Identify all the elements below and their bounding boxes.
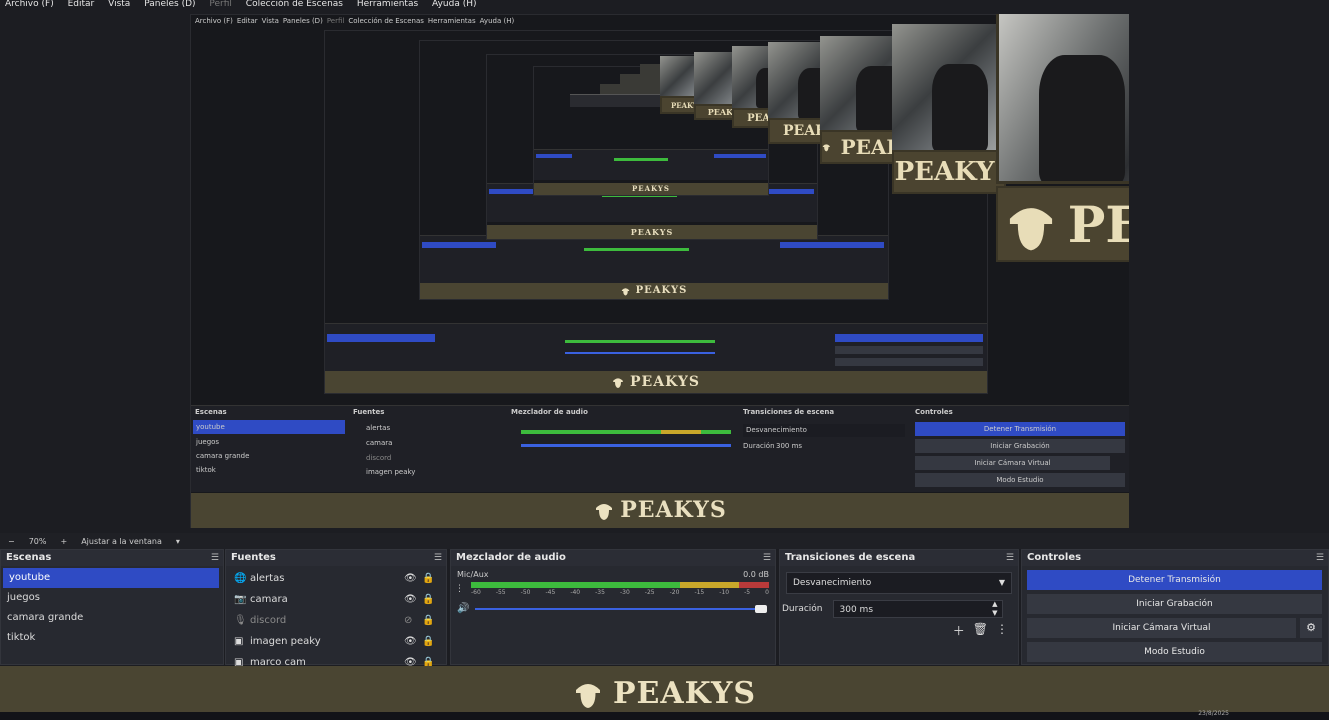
dock-menu-icon[interactable]: ☰ (763, 550, 771, 566)
mixer-dock: Mezclador de audio ☰ Mic/Aux 0.0 dB -60-… (450, 549, 776, 665)
menu-coleccion[interactable]: Colección de Escenas (246, 0, 343, 9)
sources-dock: Fuentes ☰ 🌐 alertas 👁 🔒 📷 camara 👁 🔒 🎙 d… (225, 549, 447, 668)
lock-icon[interactable]: 🔒 (422, 610, 434, 631)
eye-icon[interactable]: 👁 (404, 589, 417, 610)
add-transition-icon[interactable]: ＋ (953, 622, 965, 639)
audio-meter (471, 582, 769, 588)
volume-slider-knob[interactable] (755, 605, 767, 613)
preview-canvas[interactable]: Archivo (F) Editar Vista Paneles (D) Perfil C… (190, 14, 1129, 528)
image-icon: ▣ (234, 636, 244, 647)
scenes-dock: Escenas ☰ youtube juegos camara grande t… (0, 549, 224, 665)
menu-editar[interactable]: Editar (68, 0, 95, 9)
lock-icon[interactable]: 🔒 (422, 568, 434, 589)
zoom-out-button[interactable]: − (8, 537, 15, 546)
transition-select[interactable]: Desvanecimiento ▼ (786, 572, 1012, 594)
dock-menu-icon[interactable]: ☰ (1006, 550, 1014, 566)
scene-item-camara-grande[interactable]: camara grande (1, 608, 223, 628)
stop-streaming-button[interactable]: Detener Transmisión (1027, 570, 1322, 590)
mixer-channel-name: Mic/Aux (457, 570, 489, 579)
menu-perfil[interactable]: Perfil (209, 0, 232, 9)
start-virtual-camera-button[interactable]: Iniciar Cámara Virtual (1113, 623, 1211, 633)
menu-paneles[interactable]: Paneles (D) (144, 0, 195, 9)
source-item-discord[interactable]: 🎙 discord ⊘ 🔒 (226, 610, 446, 631)
menu-bar: Archivo (F) Editar Vista Paneles (D) Per… (0, 0, 1329, 10)
scene-item-tiktok[interactable]: tiktok (1, 628, 223, 648)
transitions-dock: Transiciones de escena ☰ Desvanecimiento… (779, 549, 1019, 665)
zoom-level: 70% (28, 536, 47, 546)
zoom-menu-caret-icon[interactable]: ▾ (176, 537, 180, 546)
mic-icon: 🎙 (234, 615, 247, 626)
zoom-in-button[interactable]: + (60, 537, 67, 546)
speaker-icon[interactable]: 🔊 (457, 603, 469, 614)
duration-label: Duración (782, 604, 823, 614)
scenes-title: Escenas (6, 552, 52, 563)
controls-dock: Controles ☰ Detener Transmisión Iniciar … (1021, 549, 1329, 665)
menu-herramientas[interactable]: Herramientas (357, 0, 418, 9)
globe-icon: 🌐 (234, 573, 247, 584)
webcam-feed (996, 14, 1129, 184)
lock-icon[interactable]: 🔒 (422, 589, 434, 610)
source-item-imagen-peaky[interactable]: ▣ imagen peaky 👁 🔒 (226, 631, 446, 652)
sources-title: Fuentes (231, 552, 276, 563)
menu-archivo[interactable]: Archivo (F) (5, 0, 54, 9)
dock-menu-icon[interactable]: ☰ (434, 550, 442, 566)
mixer-options-icon[interactable]: ⋮ (455, 584, 464, 594)
taskbar-date: 23/8/2025 (1198, 710, 1229, 717)
gear-icon[interactable]: ⚙ (1300, 618, 1322, 638)
dock-menu-icon[interactable]: ☰ (211, 550, 219, 566)
menu-ayuda[interactable]: Ayuda (H) (432, 0, 476, 9)
meter-ticks: -60 -55 -50 -45 -40 -35 -30 -25 -20 -15 -10 -5 0 (471, 589, 769, 596)
more-options-icon[interactable]: ⋮ (996, 622, 1008, 639)
docks-row: Escenas ☰ youtube juegos camara grande t… (0, 549, 1329, 668)
zoom-toolbar: − 70% + Ajustar a la ventana ▾ (0, 533, 1329, 549)
studio-mode-button[interactable]: Modo Estudio (1027, 642, 1322, 662)
virtual-camera-row: Iniciar Cámara Virtual ⚙ (1027, 618, 1322, 638)
eye-hidden-icon[interactable]: ⊘ (404, 610, 412, 631)
nested-banner-1: PEAKYS (191, 493, 1129, 528)
overlay-banner-large: PEAKYS (996, 186, 1129, 262)
overlay-banner-mid: PEAKYS (892, 150, 1013, 194)
chevron-down-icon: ▼ (998, 578, 1005, 587)
volume-slider[interactable]: 🔊 (457, 603, 769, 614)
eye-icon[interactable]: 👁 (404, 568, 417, 589)
eye-icon[interactable]: 👁 (404, 631, 417, 652)
camera-icon: 📷 (234, 594, 247, 605)
duration-spinner-icon[interactable]: ▲ ▼ (992, 600, 997, 618)
fit-window-button[interactable]: Ajustar a la ventana (81, 537, 162, 546)
taskbar: 23/8/2025 (0, 710, 1329, 720)
scene-item-juegos[interactable]: juegos (1, 588, 223, 608)
mixer-title: Mezclador de audio (456, 552, 566, 563)
menu-vista[interactable]: Vista (108, 0, 130, 9)
lock-icon[interactable]: 🔒 (422, 631, 434, 652)
peakys-logo-text: PEAKYS (612, 675, 757, 711)
source-item-camara[interactable]: 📷 camara 👁 🔒 (226, 589, 446, 610)
dock-menu-icon[interactable]: ☰ (1316, 550, 1324, 566)
peaky-hat-icon (575, 684, 600, 708)
duration-field[interactable]: 300 ms ▲ ▼ (832, 600, 1003, 618)
nested-docks-1: Escenas youtube juegos camara grande tik… (191, 405, 1129, 492)
mixer-db-value: 0.0 dB (743, 570, 769, 579)
start-recording-button[interactable]: Iniciar Grabación (1027, 594, 1322, 614)
transitions-title: Transiciones de escena (785, 552, 916, 563)
scene-item-youtube[interactable]: youtube (3, 568, 219, 588)
source-item-alertas[interactable]: 🌐 alertas 👁 🔒 (226, 568, 446, 589)
trash-icon[interactable]: 🗑 (973, 622, 988, 639)
controls-title: Controles (1027, 552, 1082, 563)
